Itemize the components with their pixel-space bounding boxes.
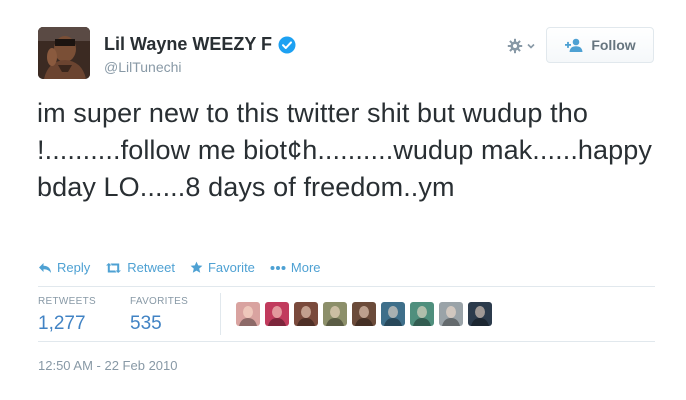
favoriter-photo <box>294 302 318 326</box>
favoriter-avatar[interactable] <box>323 302 347 326</box>
favoriter-avatar[interactable] <box>381 302 405 326</box>
favoriter-avatar[interactable] <box>265 302 289 326</box>
follow-button[interactable]: Follow <box>546 27 654 63</box>
favoriter-avatar[interactable] <box>410 302 434 326</box>
tweet-card: Lil Wayne WEEZY F @LilTunechi Follow im … <box>0 0 686 400</box>
avatar[interactable] <box>38 27 90 79</box>
tweet-actions: Reply Retweet Favorite More <box>38 260 336 275</box>
author-name-row[interactable]: Lil Wayne WEEZY F <box>104 34 296 55</box>
retweet-icon <box>106 262 122 273</box>
star-icon <box>190 261 203 273</box>
more-dots-icon <box>270 265 286 270</box>
tweet-timestamp[interactable]: 12:50 AM - 22 Feb 2010 <box>38 358 177 373</box>
reply-icon <box>39 262 51 273</box>
retweet-label: Retweet <box>127 260 175 275</box>
favoriter-photo <box>265 302 289 326</box>
favorites-stat[interactable]: FAVORITES 535 <box>130 296 188 335</box>
favoriter-photo <box>352 302 376 326</box>
gear-icon <box>507 38 523 54</box>
reply-label: Reply <box>57 260 91 275</box>
author-username[interactable]: @LilTunechi <box>104 59 182 75</box>
favorites-label: FAVORITES <box>130 296 189 307</box>
stats-divider-bottom <box>38 341 655 342</box>
favoriter-photo <box>381 302 405 326</box>
retweet-action[interactable]: Retweet <box>105 260 175 275</box>
favoriter-avatar[interactable] <box>294 302 318 326</box>
user-actions-menu[interactable] <box>507 35 539 57</box>
more-action[interactable]: More <box>270 260 321 275</box>
follow-person-icon <box>565 38 583 52</box>
tweet-text: im super new to this twitter shit but wu… <box>37 98 652 202</box>
favoriter-avatar[interactable] <box>352 302 376 326</box>
favoriter-photo <box>439 302 463 326</box>
favoriter-avatar[interactable] <box>236 302 260 326</box>
author-fullname[interactable]: Lil Wayne WEEZY F <box>104 34 272 55</box>
more-label: More <box>290 260 321 275</box>
stats-separator <box>220 293 221 335</box>
retweets-label: RETWEETS <box>38 296 96 307</box>
favorites-count: 535 <box>130 313 162 334</box>
stats-divider-top <box>38 286 655 287</box>
favorite-label: Favorite <box>207 260 255 275</box>
favoriter-photo <box>410 302 434 326</box>
retweets-stat[interactable]: RETWEETS 1,277 <box>38 296 96 335</box>
favorite-action[interactable]: Favorite <box>190 260 255 275</box>
favoriters-avatars <box>236 302 497 326</box>
retweets-count: 1,277 <box>38 313 86 334</box>
favoriter-avatar[interactable] <box>468 302 492 326</box>
favoriter-avatar[interactable] <box>439 302 463 326</box>
favoriter-photo <box>468 302 492 326</box>
favoriter-photo <box>236 302 260 326</box>
reply-action[interactable]: Reply <box>38 260 90 275</box>
chevron-down-icon <box>527 43 535 49</box>
avatar-photo <box>38 27 90 79</box>
favoriter-photo <box>323 302 347 326</box>
verified-badge-icon <box>278 36 296 53</box>
follow-button-label: Follow <box>591 37 636 53</box>
